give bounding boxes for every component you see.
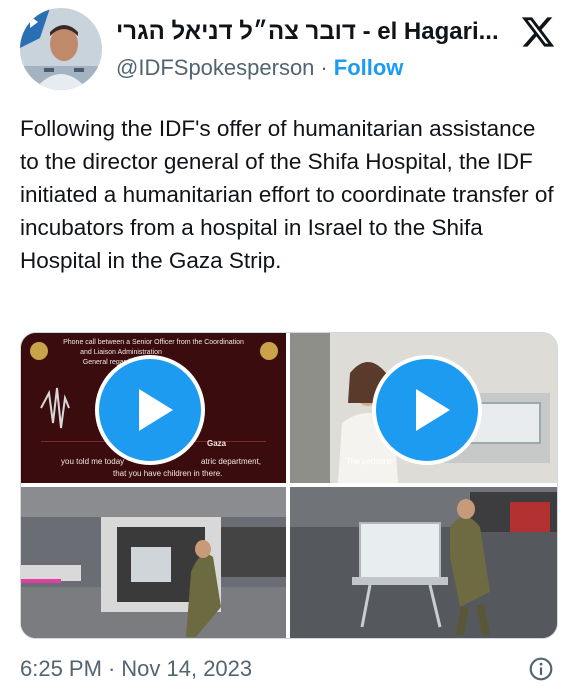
video-thumbnail-phone-call[interactable]: Phone call between a Senior Officer from… xyxy=(21,333,286,483)
display-name-row: דובר צה״ל דניאל הגרי - el Hagari... xyxy=(116,14,499,50)
video1-header-1: Phone call between a Senior Officer from… xyxy=(63,339,244,346)
footer-separator: · xyxy=(107,656,116,681)
photo4-image xyxy=(290,487,557,638)
tweet-text: Following the IDF's offer of humanitaria… xyxy=(20,116,554,273)
display-name[interactable]: דובר צה״ל דניאל הגרי - el Hagari... xyxy=(116,18,499,46)
photo-soldier-loading-van[interactable] xyxy=(21,487,286,638)
video1-caption-gaza: Gaza xyxy=(207,439,227,448)
avatar-image xyxy=(20,8,102,90)
photo-soldier-pushing-incubator[interactable] xyxy=(290,487,557,638)
tweet-header: דובר צה״ל דניאל הגרי - el Hagari... @IDF… xyxy=(0,0,579,100)
follow-button[interactable]: Follow xyxy=(334,55,404,81)
video1-header-2: and Liaison Administration xyxy=(80,349,162,356)
handle[interactable]: @IDFSpokesperson xyxy=(116,55,314,81)
video1-subtitle-mid: atric department, xyxy=(201,457,262,466)
info-icon[interactable] xyxy=(528,656,554,682)
video-thumbnail-incubator[interactable]: The pediatric xyxy=(290,333,557,483)
handle-row: @IDFSpokesperson · Follow xyxy=(116,52,403,84)
x-logo-icon[interactable] xyxy=(520,14,556,50)
tweet-date[interactable]: Nov 14, 2023 xyxy=(121,656,252,682)
avatar[interactable] xyxy=(20,8,102,90)
video1-subtitle-2: that you have children in there. xyxy=(113,469,223,478)
tweet-time[interactable]: 6:25 PM xyxy=(20,656,102,682)
play-button[interactable] xyxy=(372,355,482,465)
play-icon xyxy=(139,389,173,431)
play-icon xyxy=(416,389,450,431)
play-button[interactable] xyxy=(95,355,205,465)
tweet-footer: 6:25 PM · Nov 14, 2023 xyxy=(20,652,560,686)
separator-dot: · xyxy=(320,55,328,80)
media-grid: Phone call between a Senior Officer from… xyxy=(20,332,558,639)
photo3-image xyxy=(21,487,286,638)
